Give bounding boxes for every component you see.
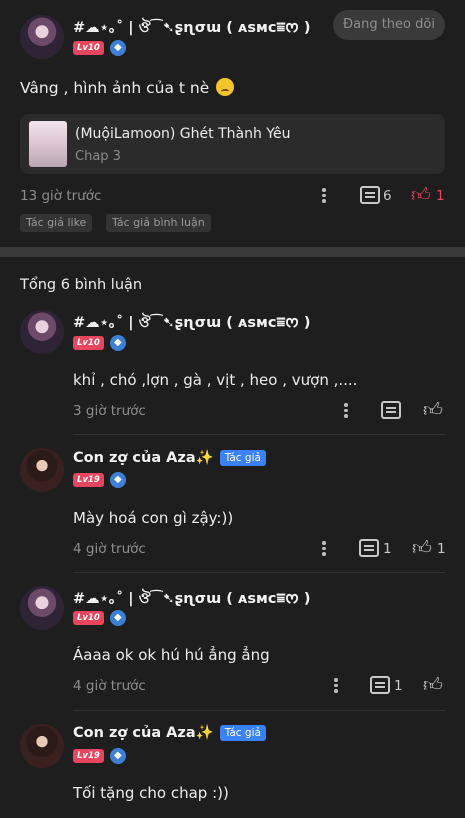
comment-text: Áaaa ok ok hú hú ẳng ẳng [73,646,270,664]
level-badge: Lv10 [73,336,104,350]
shield-badge-icon: ◆ [109,610,126,626]
comment-reply-count: 1 [383,541,392,557]
thumbs-up-icon[interactable]: 👍︎ [423,675,443,695]
section-separator [0,247,465,257]
shield-badge-icon: ◆ [109,40,126,56]
tag-author-like: Tác giả like [20,214,93,232]
user-badges: Lv10 ◆ [73,40,126,56]
more-vertical-icon[interactable] [329,676,343,696]
level-badge: Lv19 [73,749,104,763]
user-badges: Lv10 ◆ [73,335,126,351]
author-tag: Tác giả [219,725,266,741]
post-username[interactable]: #☁⋆｡˚ | ঔ⁀➷ʂɳσɯ ( ᴀsᴍᴄ⩸ᰔ ) [73,16,310,41]
more-vertical-icon[interactable] [339,401,353,421]
author-tag: Tác giả [219,450,266,466]
user-badges: Lv19 ◆ [73,748,126,764]
level-badge: Lv10 [73,41,104,55]
username-text: Con zợ của Aza✨ [73,450,214,466]
avatar[interactable] [20,586,64,630]
comment-text: khỉ , chó ,lợn , gà , vịt , heo , vượn ,… [73,371,358,389]
comment-username[interactable]: Con zợ của Aza✨ Tác giả [73,449,266,466]
shield-badge-icon: ◆ [109,748,126,764]
follow-button[interactable]: Đang theo dõi [333,10,445,40]
comment-reply-count: 1 [394,678,403,694]
comment-icon[interactable] [370,676,390,694]
tag-author-comment: Tác giả bình luận [106,214,211,232]
chapter-title: (MuộiLamoon) Ghét Thành Yêu [75,126,291,142]
sad-face-icon [216,78,235,96]
divider [73,434,445,435]
comment-time: 4 giờ trước [73,678,146,694]
level-badge: Lv19 [73,473,104,487]
comment-like-count: 1 [437,541,446,557]
divider [73,572,445,573]
comment-icon[interactable] [359,539,379,557]
post-comment-count: 6 [383,188,392,204]
chapter-card[interactable]: (MuộiLamoon) Ghét Thành Yêu Chap 3 [20,114,445,174]
comment-icon[interactable] [360,186,380,204]
user-badges: Lv19 ◆ [73,472,126,488]
post-time: 13 giờ trước [20,188,102,204]
comment-username[interactable]: #☁⋆｡˚ | ঔ⁀➷ʂɳσɯ ( ᴀsᴍᴄ⩸ᰔ ) [73,311,310,336]
username-text: Con zợ của Aza✨ [73,725,214,741]
divider [73,710,445,711]
comment-text: Mày hoá con gì zậy:)) [73,509,234,527]
comment-time: 3 giờ trước [73,403,146,419]
post-like-count: 1 [436,188,445,204]
post-text: Vâng , hình ảnh của t nè [20,78,235,97]
user-badges: Lv10 ◆ [73,610,126,626]
avatar[interactable] [20,724,64,768]
thumbs-up-icon[interactable]: 👍︎ [412,538,432,558]
comment-username[interactable]: #☁⋆｡˚ | ঔ⁀➷ʂɳσɯ ( ᴀsᴍᴄ⩸ᰔ ) [73,587,310,612]
shield-badge-icon: ◆ [109,472,126,488]
comment-username[interactable]: Con zợ của Aza✨ Tác giả [73,724,266,741]
avatar[interactable] [20,448,64,492]
comments-total: Tổng 6 bình luận [20,277,143,293]
avatar[interactable] [20,15,64,59]
chapter-thumbnail [29,121,67,167]
comment-icon[interactable] [381,401,401,419]
shield-badge-icon: ◆ [109,335,126,351]
thumbs-up-icon[interactable]: 👍︎ [423,400,443,420]
comment-time: 4 giờ trước [73,541,146,557]
more-vertical-icon[interactable] [317,186,331,206]
comment-text: Tối tặng cho chap :)) [73,784,229,802]
thumbs-up-icon[interactable]: 👍︎ [411,185,431,205]
more-vertical-icon[interactable] [317,539,331,559]
avatar[interactable] [20,310,64,354]
chapter-subtitle: Chap 3 [75,149,121,164]
post-text-content: Vâng , hình ảnh của t nè [20,79,210,97]
level-badge: Lv10 [73,611,104,625]
